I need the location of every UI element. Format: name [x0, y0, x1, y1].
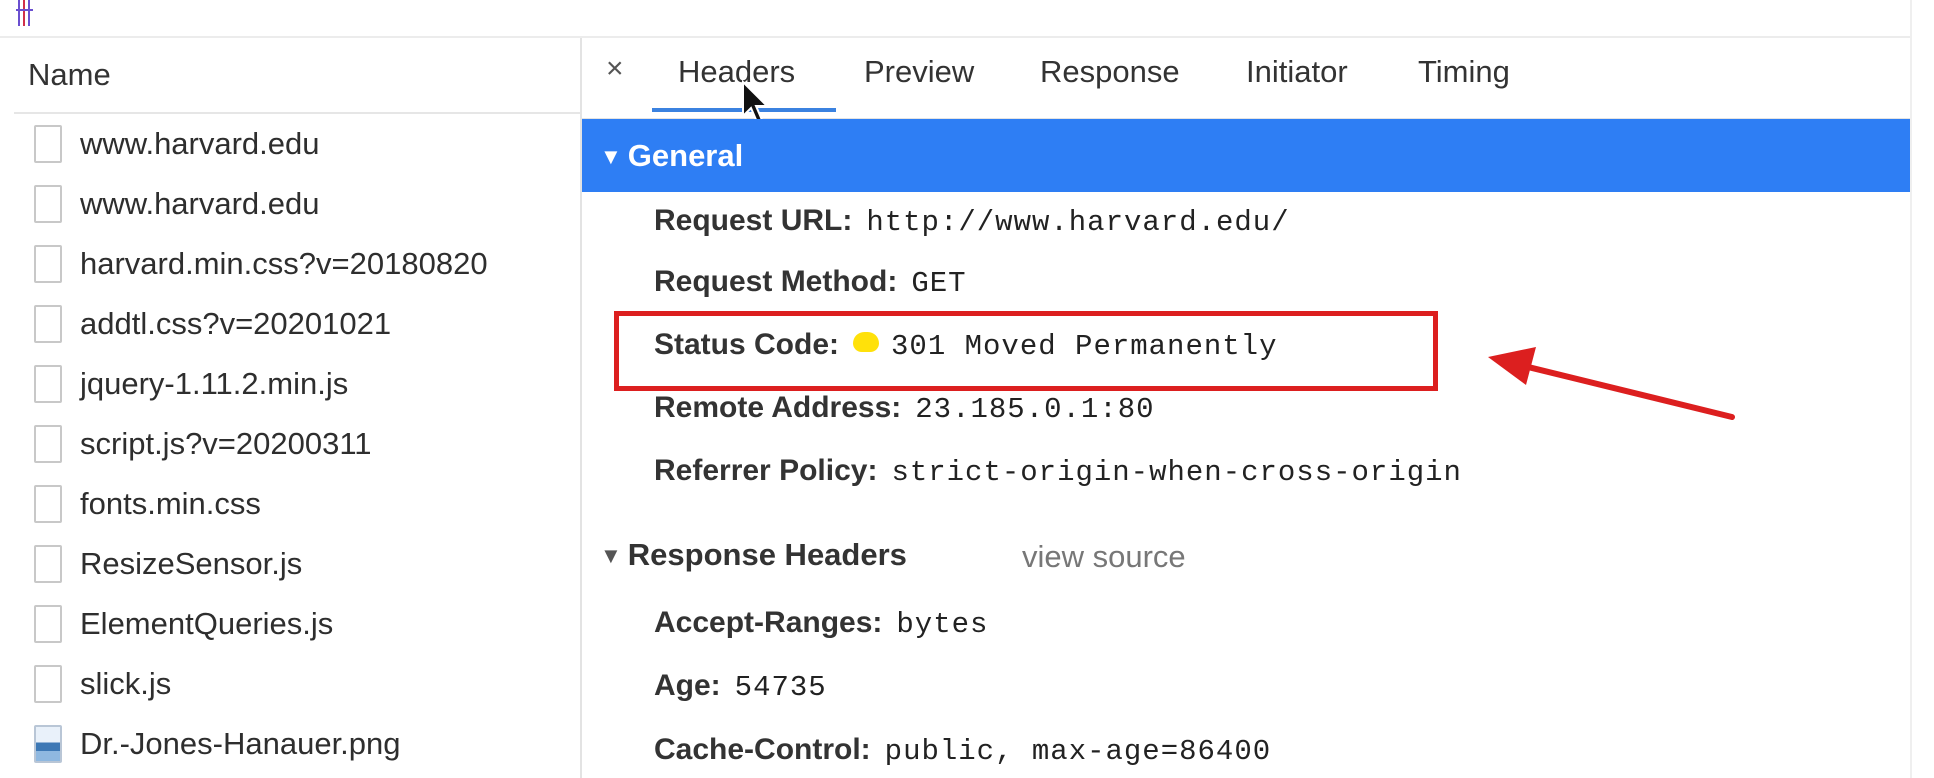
devtools-window: Name www.harvard.edu www.harvard.edu harva… [0, 0, 1934, 778]
header-value: bytes [896, 608, 989, 641]
request-list-item[interactable]: www.harvard.edu [14, 114, 580, 174]
request-file-name: script.js?v=20200311 [80, 426, 372, 461]
general-section-header[interactable]: ▼ General [582, 119, 1910, 192]
header-key: Request Method: [654, 265, 898, 298]
header-key: Accept-Ranges: [654, 606, 883, 639]
request-list-item[interactable]: addtl.css?v=20201021 [14, 294, 580, 354]
response-headers-title: Response Headers [627, 537, 907, 572]
general-section-title: General [627, 138, 744, 173]
header-key: Age: [654, 669, 721, 702]
expanded-caret-icon: ▼ [600, 144, 622, 169]
header-key: Request URL: [654, 204, 853, 237]
document-icon [34, 185, 62, 223]
header-value: 54735 [734, 671, 827, 704]
document-icon [34, 125, 62, 163]
window-edge [1910, 0, 1934, 778]
header-row-accept-ranges: Accept-Ranges: bytes [654, 606, 988, 641]
request-file-name: jquery-1.11.2.min.js [80, 366, 349, 401]
request-file-name: Dr.-Jones-Hanauer.png [80, 726, 401, 761]
expanded-caret-icon: ▼ [600, 543, 622, 568]
image-thumbnail-icon [34, 725, 62, 763]
response-headers-section-header[interactable]: ▼ Response Headers [600, 537, 907, 573]
request-file-name: www.harvard.edu [80, 126, 320, 161]
document-icon [34, 545, 62, 583]
document-icon [34, 605, 62, 643]
header-value: public, max-age=86400 [884, 735, 1272, 768]
header-row-cache-control: Cache-Control: public, max-age=86400 [654, 733, 1271, 768]
request-list-item[interactable]: ElementQueries.js [14, 594, 580, 654]
details-tab-bar: × Headers Preview Response Initiator Tim… [582, 38, 1910, 124]
header-value: http://www.harvard.edu/ [866, 206, 1290, 239]
header-key: Referrer Policy: [654, 454, 878, 487]
request-file-name: harvard.min.css?v=20180820 [80, 246, 488, 281]
document-icon [34, 485, 62, 523]
document-icon [34, 665, 62, 703]
annotation-arrow-icon [1488, 347, 1735, 420]
request-list-item[interactable]: harvard.min.css?v=20180820 [14, 234, 580, 294]
document-icon [34, 305, 62, 343]
tab-headers[interactable]: Headers [678, 54, 795, 90]
name-column-header[interactable]: Name [14, 38, 580, 114]
request-list: www.harvard.edu www.harvard.edu harvard.mi… [14, 114, 580, 774]
header-value: GET [911, 267, 967, 300]
tab-initiator[interactable]: Initiator [1246, 54, 1348, 90]
header-row-remote-address: Remote Address: 23.185.0.1:80 [654, 391, 1155, 426]
request-file-name: ResizeSensor.js [80, 546, 303, 581]
request-list-item[interactable]: fonts.min.css [14, 474, 580, 534]
header-row-referrer-policy: Referrer Policy: strict-origin-when-cross… [654, 454, 1462, 489]
header-key: Cache-Control: [654, 733, 871, 766]
request-list-item[interactable]: slick.js [14, 654, 580, 714]
request-file-name: ElementQueries.js [80, 606, 334, 641]
request-list-pane: Name www.harvard.edu www.harvard.edu harva… [14, 38, 582, 778]
tab-response[interactable]: Response [1040, 54, 1180, 90]
request-file-name: slick.js [80, 666, 172, 701]
document-icon [34, 245, 62, 283]
request-list-item[interactable]: www.harvard.edu [14, 174, 580, 234]
header-value: 23.185.0.1:80 [915, 393, 1155, 426]
status-code-highlight-box [614, 311, 1438, 391]
close-details-icon[interactable]: × [606, 52, 624, 86]
request-list-item[interactable]: Dr.-Jones-Hanauer.png [14, 714, 580, 774]
header-key: Remote Address: [654, 391, 902, 424]
header-row-age: Age: 54735 [654, 669, 827, 704]
header-row-request-method: Request Method: GET [654, 265, 967, 300]
top-toolbar-strip [0, 0, 1934, 38]
request-file-name: www.harvard.edu [80, 186, 320, 221]
request-list-item[interactable]: script.js?v=20200311 [14, 414, 580, 474]
document-icon [34, 425, 62, 463]
header-value: strict-origin-when-cross-origin [891, 456, 1462, 489]
header-row-request-url: Request URL: http://www.harvard.edu/ [654, 204, 1290, 239]
toolbar-icon-fragment [16, 0, 33, 26]
document-icon [34, 365, 62, 403]
view-source-link[interactable]: view source [1022, 539, 1186, 575]
tab-timing[interactable]: Timing [1418, 54, 1510, 90]
request-file-name: fonts.min.css [80, 486, 261, 521]
request-file-name: addtl.css?v=20201021 [80, 306, 392, 341]
tab-preview[interactable]: Preview [864, 54, 974, 90]
request-list-item[interactable]: jquery-1.11.2.min.js [14, 354, 580, 414]
request-list-item[interactable]: ResizeSensor.js [14, 534, 580, 594]
